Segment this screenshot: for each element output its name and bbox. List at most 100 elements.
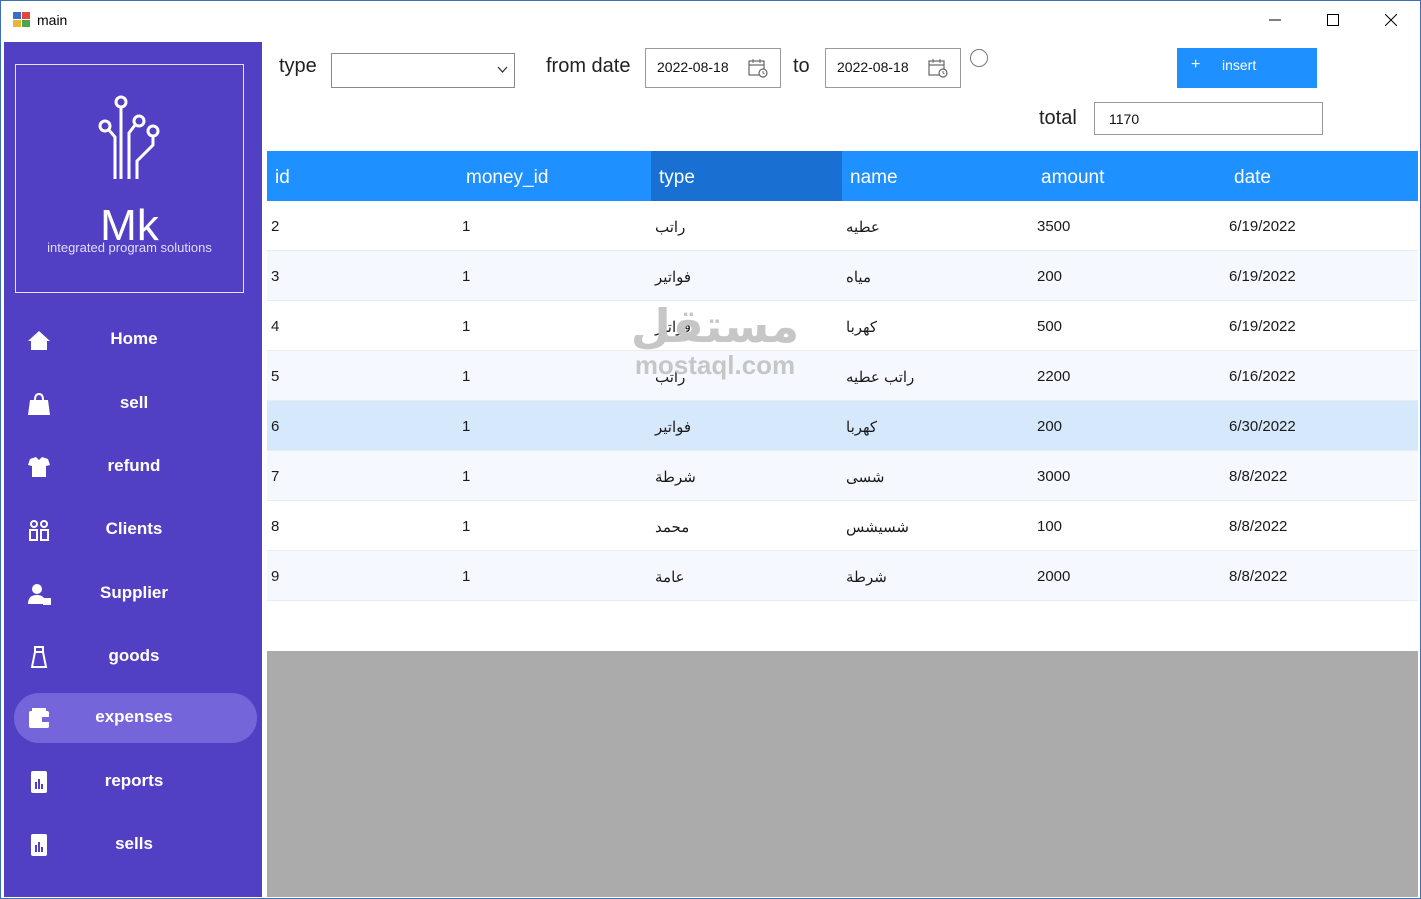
calendar-icon (748, 59, 768, 78)
table-cell-name: مياه (846, 269, 871, 286)
brand-logo: Mk integrated program solutions (15, 64, 244, 293)
total-label: total (1039, 107, 1077, 129)
to-date-label: to (793, 55, 810, 77)
table-cell-money-id: 1 (462, 368, 471, 385)
table-cell-money-id: 1 (462, 468, 471, 485)
sidebar-item-label: Home (110, 329, 158, 348)
table-cell-date: 6/19/2022 (1229, 318, 1296, 335)
sidebar-item-reports[interactable]: reports (14, 757, 257, 807)
table-row[interactable]: 7 1 شرطة شسى 3000 8/8/2022 (267, 451, 1418, 501)
column-header-date[interactable]: date (1226, 151, 1418, 201)
from-date-value: 2022-08-18 (657, 59, 729, 75)
sidebar-item-label: sells (115, 834, 153, 853)
sidebar-item-label: reports (104, 771, 164, 790)
logo-tagline: integrated program solutions (47, 240, 212, 255)
table-cell-date: 6/16/2022 (1229, 368, 1296, 385)
column-header-id[interactable]: id (267, 151, 459, 201)
sidebar-item-goods[interactable]: goods (14, 632, 257, 682)
type-label: type (279, 55, 317, 77)
table-cell-date: 8/8/2022 (1229, 568, 1288, 585)
table-cell-id: 2 (271, 218, 280, 235)
table-row[interactable]: 2 1 راتب عطيه 3500 6/19/2022 (267, 201, 1418, 251)
table-row[interactable]: 6 1 فواتير كهربا 200 6/30/2022 (267, 401, 1418, 451)
minimize-button[interactable] (1246, 1, 1304, 39)
close-button[interactable] (1362, 1, 1420, 39)
sidebar-item-refund[interactable]: refund (14, 442, 257, 492)
table-cell-type: محمد (655, 519, 690, 536)
table-cell-type: عامة (655, 569, 685, 586)
column-header-amount[interactable]: amount (1033, 151, 1226, 201)
watermark-arabic: مستقل (630, 299, 800, 353)
table-cell-amount: 200 (1037, 268, 1063, 285)
maximize-button[interactable] (1304, 1, 1362, 39)
table-cell-amount: 3000 (1037, 468, 1071, 485)
to-date-value: 2022-08-18 (837, 59, 909, 75)
table-cell-name: شسى (846, 469, 885, 486)
column-header-money-id[interactable]: money_id (458, 151, 651, 201)
table-row[interactable]: 8 1 محمد شسيشس 100 8/8/2022 (267, 501, 1418, 551)
table-row[interactable]: 9 1 عامة شرطة 2000 8/8/2022 (267, 551, 1418, 601)
column-header-type[interactable]: type (651, 151, 842, 201)
sidebar-item-label: refund (107, 456, 161, 475)
sidebar-item-label: Supplier (99, 583, 168, 602)
table-cell-money-id: 1 (462, 318, 471, 335)
table-cell-name: راتب عطيه (846, 369, 915, 386)
table-row[interactable]: 4 1 فواتير كهربا 500 6/19/2022 (267, 301, 1418, 351)
plus-icon: + (1191, 56, 1201, 73)
table-cell-money-id: 1 (462, 418, 471, 435)
minimize-icon (1269, 19, 1281, 21)
calendar-icon (928, 59, 948, 78)
home-icon (28, 331, 50, 350)
table-cell-amount: 2000 (1037, 568, 1071, 585)
table-cell-amount: 2200 (1037, 368, 1071, 385)
table-cell-name: كهربا (846, 319, 878, 336)
table-cell-name: شرطة (846, 569, 887, 586)
date-filter-radio[interactable] (970, 49, 988, 67)
table-cell-type: فواتير (655, 269, 692, 286)
maximize-icon (1327, 14, 1339, 26)
report-icon (31, 834, 47, 856)
sidebar-item-label: expenses (95, 707, 173, 726)
close-icon (1385, 14, 1397, 26)
from-date-picker[interactable]: 2022-08-18 (645, 48, 781, 88)
wallet-icon (29, 708, 49, 728)
sidebar-item-clients[interactable]: Clients (14, 505, 257, 555)
table-cell-type: شرطة (655, 469, 696, 486)
sidebar: Mk integrated program solutions Home sel… (4, 42, 262, 897)
total-value: 1170 (1109, 111, 1140, 127)
table-row[interactable]: 3 1 فواتير مياه 200 6/19/2022 (267, 251, 1418, 301)
sidebar-item-sells[interactable]: sells (14, 820, 257, 870)
table-cell-id: 9 (271, 568, 280, 585)
table-cell-type: راتب (655, 219, 686, 236)
app-icon (13, 12, 30, 27)
table-cell-date: 8/8/2022 (1229, 468, 1288, 485)
watermark: مستقل mostaql.com (625, 301, 805, 379)
table-cell-id: 5 (271, 368, 280, 385)
window-title: main (37, 12, 68, 28)
circuit-logo-icon (98, 95, 160, 179)
to-date-picker[interactable]: 2022-08-18 (825, 48, 961, 88)
type-dropdown[interactable] (331, 53, 515, 88)
table-cell-type: فواتير (655, 419, 692, 436)
sidebar-item-expenses[interactable]: expenses (14, 693, 257, 743)
table-cell-amount: 3500 (1037, 218, 1071, 235)
expenses-table[interactable]: id money_id type name amount date 2 1 راتب… (267, 151, 1418, 897)
insert-button[interactable]: + insert (1177, 48, 1317, 88)
table-cell-date: 6/19/2022 (1229, 218, 1296, 235)
column-header-name[interactable]: name (842, 151, 1033, 201)
table-header: id money_id type name amount date (267, 151, 1418, 201)
sidebar-item-sell[interactable]: sell (14, 379, 257, 429)
sidebar-item-supplier[interactable]: Supplier (14, 569, 257, 619)
table-cell-amount: 500 (1037, 318, 1063, 335)
total-field[interactable]: 1170 (1094, 102, 1323, 135)
table-cell-money-id: 1 (462, 268, 471, 285)
table-cell-money-id: 1 (462, 518, 471, 535)
shopping-bag-icon (28, 392, 50, 415)
table-cell-name: شسيشس (846, 519, 909, 536)
table-cell-id: 7 (271, 468, 280, 485)
report-icon (31, 771, 47, 793)
sidebar-item-home[interactable]: Home (14, 315, 257, 365)
table-row[interactable]: 5 1 راتب راتب عطيه 2200 6/16/2022 (267, 351, 1418, 401)
table-cell-amount: 100 (1037, 518, 1063, 535)
table-cell-name: كهربا (846, 419, 878, 436)
